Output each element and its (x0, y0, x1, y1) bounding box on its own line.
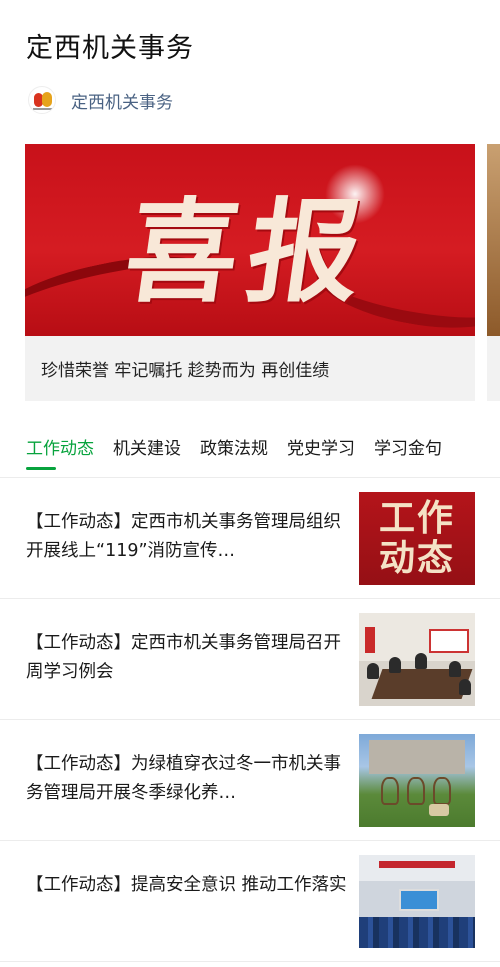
article-thumbnail[interactable] (359, 734, 475, 827)
article-thumbnail[interactable]: 工作 动态 (359, 492, 475, 585)
article-item[interactable]: 【工作动态】定西市机关事务管理局召开周学习例会 (0, 599, 500, 720)
banner-headline: 喜报 (117, 187, 380, 318)
article-item[interactable]: 【工作动态】为绿植穿衣过冬一市机关事务管理局开展冬季绿化养… (0, 720, 500, 841)
tab-party-history[interactable]: 党史学习 (287, 434, 355, 459)
active-tab-indicator (26, 467, 56, 470)
article-item[interactable]: 【工作动态】定西市机关事务管理局组织开展线上“119”消防宣传… 工作 动态 (0, 478, 500, 599)
article-item[interactable]: 【工作动态】提高安全意识 推动工作落实 (0, 841, 500, 962)
carousel-next-card[interactable] (487, 144, 500, 401)
category-tabs: 工作动态 机关建设 政策法规 党史学习 学习金句 (26, 434, 461, 459)
account-logo-icon[interactable] (28, 86, 56, 114)
article-title[interactable]: 【工作动态】提高安全意识 推动工作落实 (26, 871, 348, 900)
carousel-caption[interactable]: 珍惜荣誉 牢记嘱托 趁势而为 再创佳绩 (41, 356, 329, 381)
carousel-card[interactable]: 喜报 珍惜荣誉 牢记嘱托 趁势而为 再创佳绩 (25, 144, 475, 401)
article-thumbnail[interactable] (359, 855, 475, 948)
divider (0, 961, 500, 962)
article-title[interactable]: 【工作动态】定西市机关事务管理局召开周学习例会 (26, 629, 348, 687)
article-title[interactable]: 【工作动态】为绿植穿衣过冬一市机关事务管理局开展冬季绿化养… (26, 750, 348, 808)
thumbnail-text: 动态 (378, 537, 455, 579)
thumbnail-text: 工作 (378, 497, 455, 539)
tab-policies-regulations[interactable]: 政策法规 (200, 434, 268, 459)
carousel-banner-image[interactable]: 喜报 (25, 144, 475, 336)
account-name[interactable]: 定西机关事务 (71, 88, 173, 113)
account-row[interactable]: 定西机关事务 (28, 86, 173, 114)
tab-study-quotes[interactable]: 学习金句 (374, 434, 442, 459)
page-title: 定西机关事务 (26, 33, 194, 64)
article-thumbnail[interactable] (359, 613, 475, 706)
article-title[interactable]: 【工作动态】定西市机关事务管理局组织开展线上“119”消防宣传… (26, 508, 348, 566)
tab-work-news[interactable]: 工作动态 (26, 434, 94, 459)
tab-agency-building[interactable]: 机关建设 (113, 434, 181, 459)
